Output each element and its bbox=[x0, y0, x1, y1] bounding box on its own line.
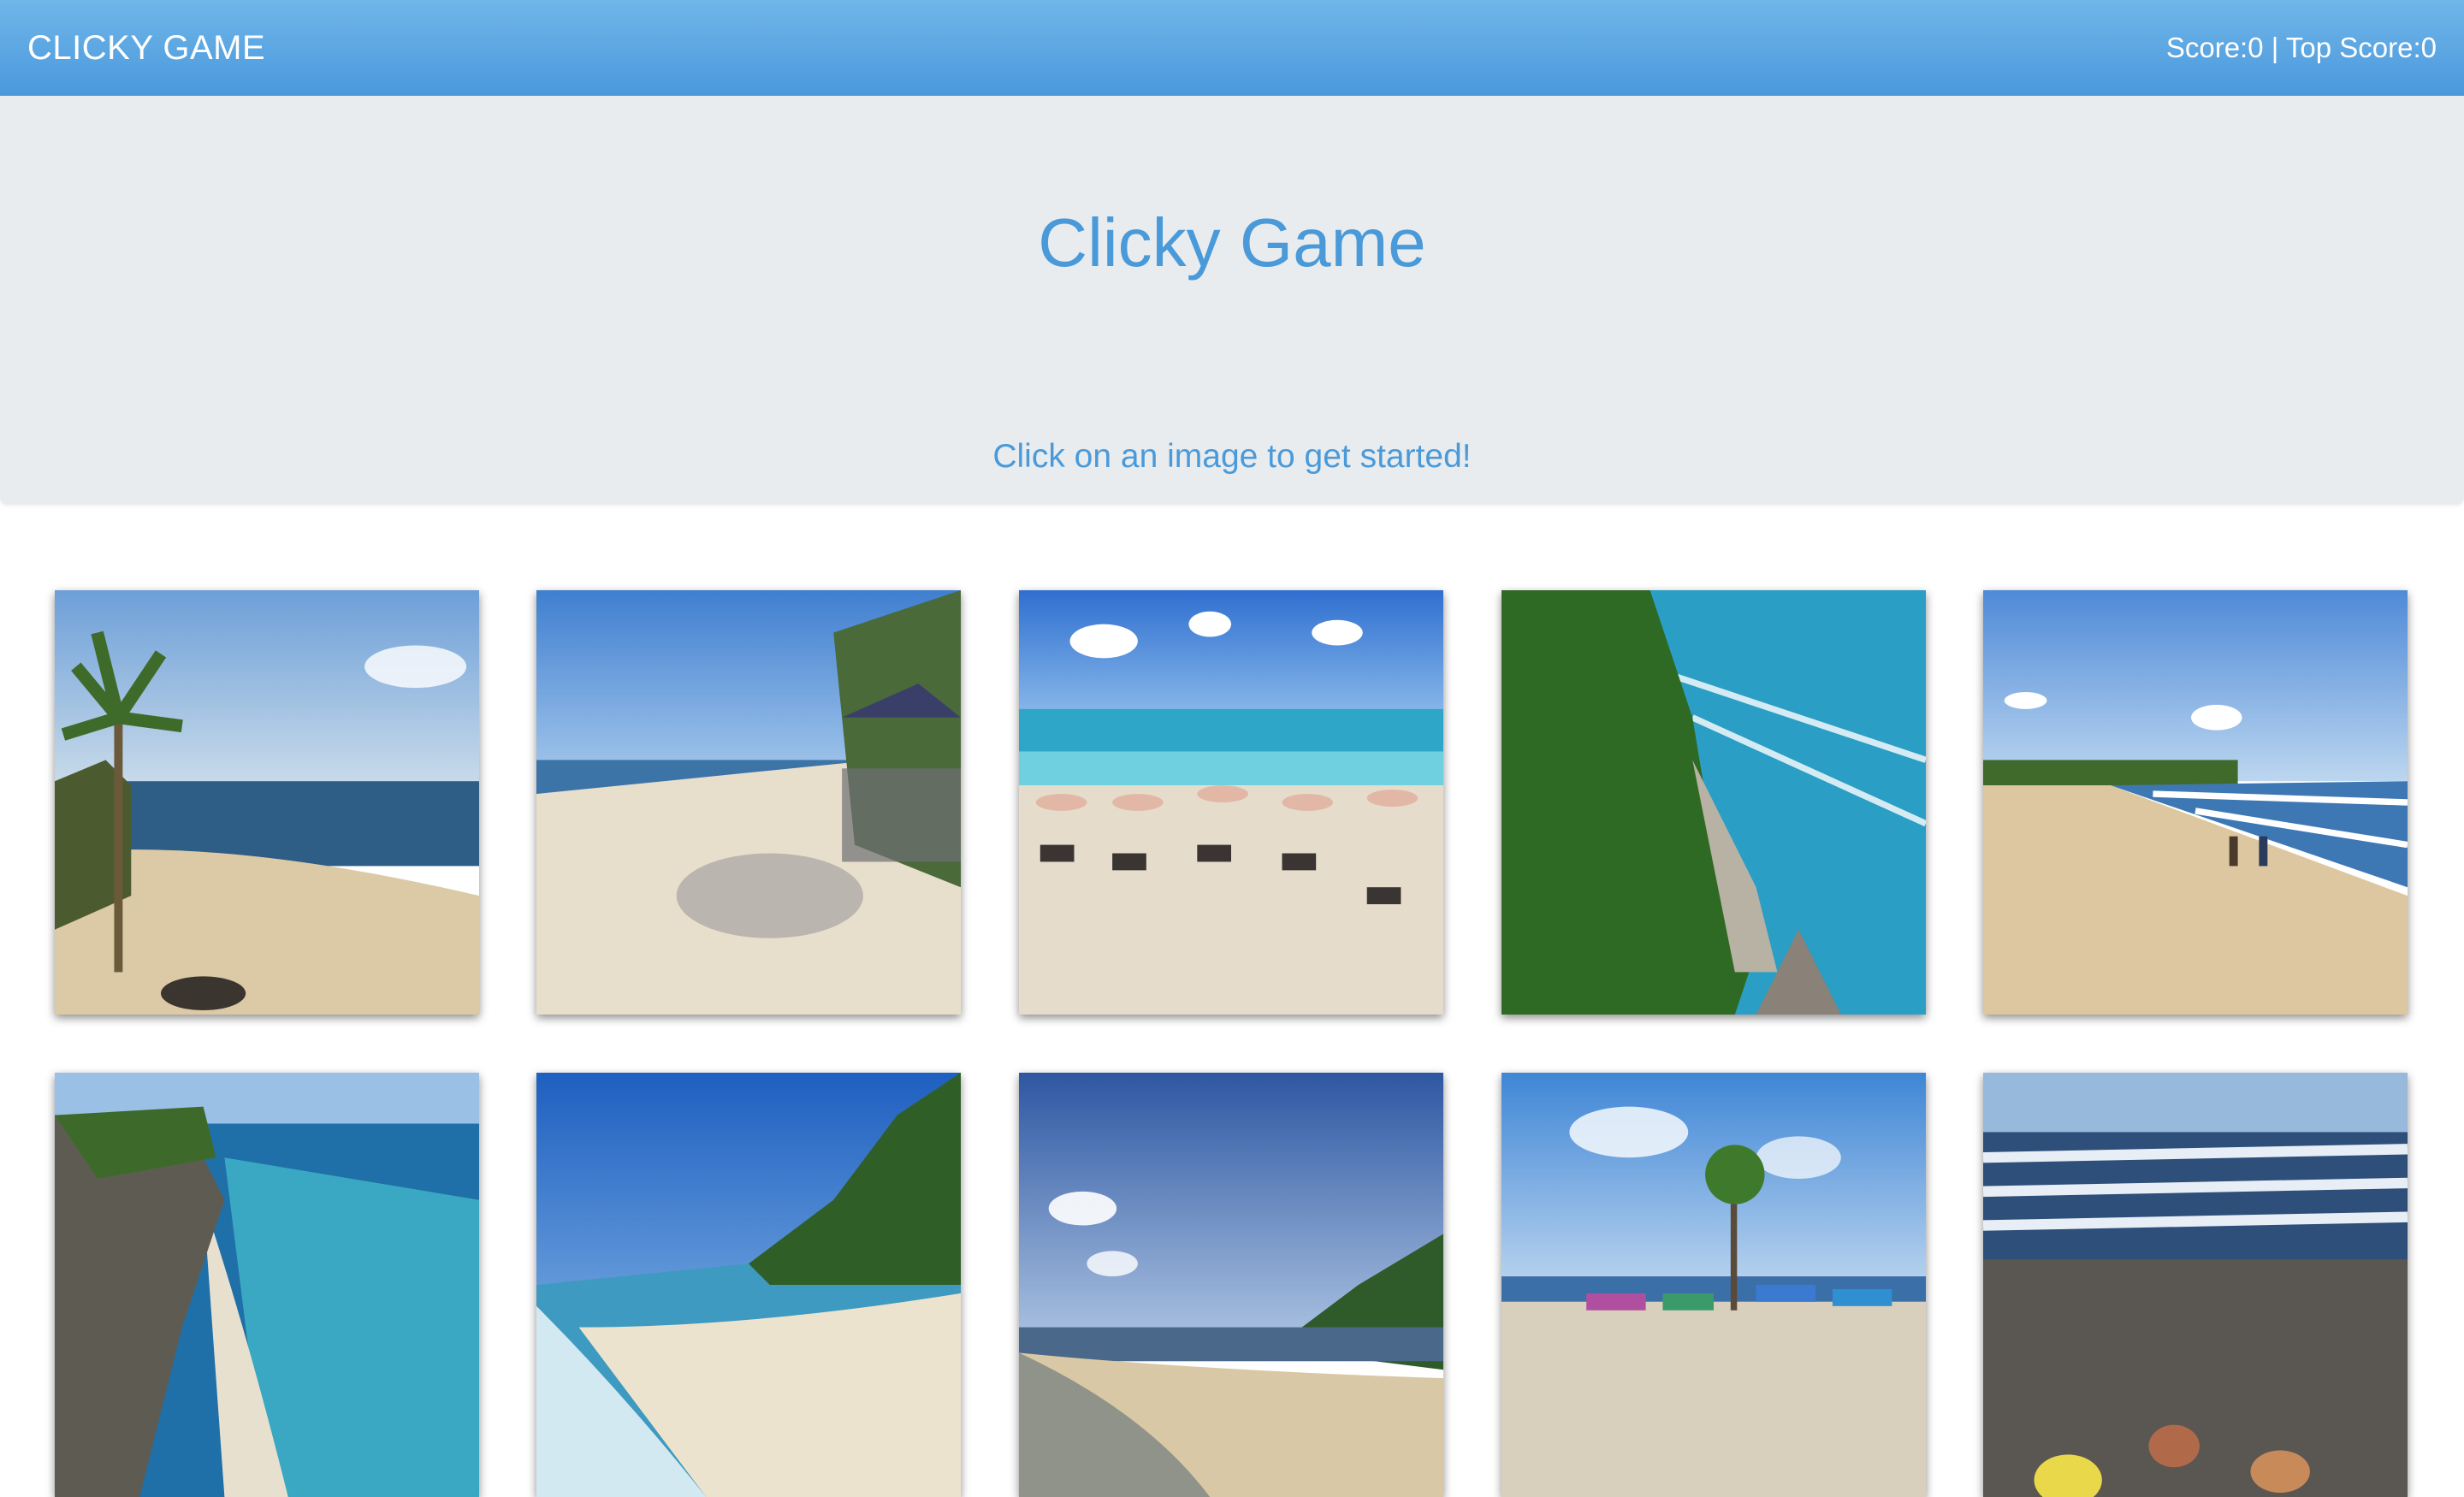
cliff-shore-aerial-image bbox=[55, 1073, 479, 1497]
tropical-shore-image bbox=[536, 1073, 961, 1497]
image-card-3[interactable] bbox=[1019, 590, 1443, 1015]
boats-on-beach-image bbox=[1502, 1073, 1926, 1497]
header-banner: Clicky Game Click on an image to get sta… bbox=[0, 96, 2464, 505]
image-card-8[interactable] bbox=[1019, 1073, 1443, 1497]
beach-loungers-image bbox=[1019, 590, 1443, 1015]
beach-umbrellas-shade-image bbox=[536, 590, 961, 1015]
image-card-2[interactable] bbox=[536, 590, 961, 1015]
image-card-1[interactable] bbox=[55, 590, 479, 1015]
instructions-text: Click on an image to get started! bbox=[992, 438, 1472, 475]
surf-beach-image bbox=[1983, 1073, 2408, 1497]
image-card-9[interactable] bbox=[1502, 1073, 1926, 1497]
image-card-6[interactable] bbox=[55, 1073, 479, 1497]
image-card-4[interactable] bbox=[1502, 590, 1926, 1015]
navbar: CLICKY GAME Score:0 | Top Score:0 bbox=[0, 0, 2464, 96]
beach-palm-image bbox=[55, 590, 479, 1015]
brand-link[interactable]: CLICKY GAME bbox=[27, 0, 265, 96]
wide-sandy-beach-image bbox=[1019, 1073, 1443, 1497]
image-card-5[interactable] bbox=[1983, 590, 2408, 1015]
score-display: Score:0 | Top Score:0 bbox=[2165, 32, 2437, 63]
beach-people-waves-image bbox=[1983, 590, 2408, 1015]
coastal-cliff-image bbox=[1502, 590, 1926, 1015]
image-card-7[interactable] bbox=[536, 1073, 961, 1497]
page-title: Clicky Game bbox=[1038, 204, 1426, 281]
image-card-10[interactable] bbox=[1983, 1073, 2408, 1497]
